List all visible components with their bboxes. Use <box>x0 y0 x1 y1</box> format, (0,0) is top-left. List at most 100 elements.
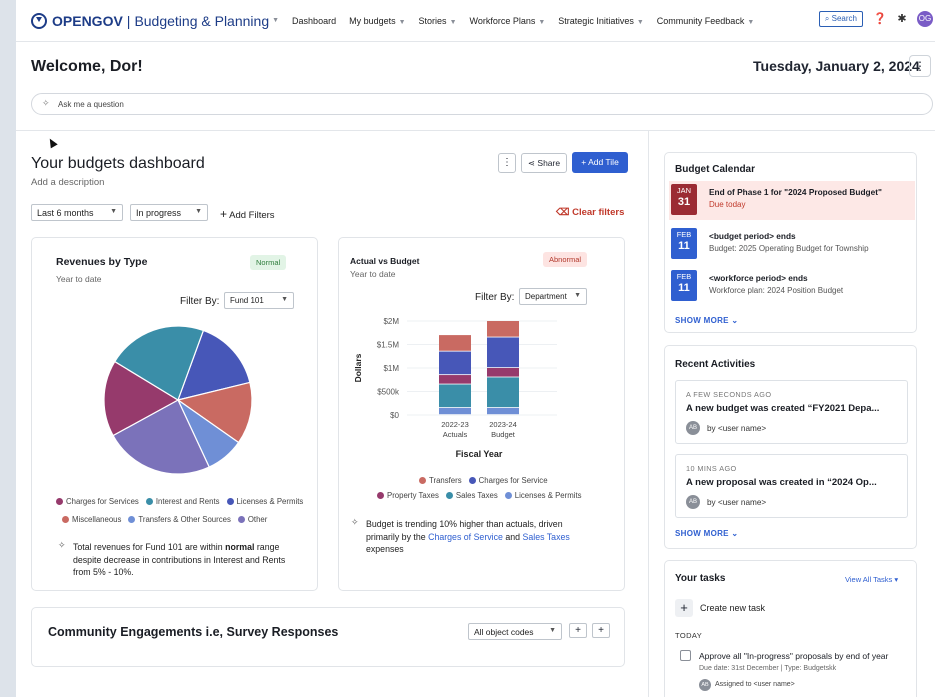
bar-segment-sales-taxes[interactable] <box>439 384 471 408</box>
fund-select[interactable]: Fund 101 ▼ <box>224 292 294 309</box>
tasks-section-label: TODAY <box>675 631 703 640</box>
calendar-item[interactable]: FEB 11 <budget period> ends Budget: 2025 … <box>669 225 915 264</box>
insight-text: expenses <box>366 544 404 554</box>
bar-segment-charges-for-service[interactable] <box>487 337 519 368</box>
add-filters-button[interactable]: + Add Filters <box>220 207 275 221</box>
ask-question-input[interactable]: ✧ Ask me a question <box>31 93 933 115</box>
y-axis-label: Dollars <box>353 353 363 382</box>
activity-user: by <user name> <box>707 424 767 433</box>
brand-name: OPENGOV <box>52 12 123 29</box>
activity-item[interactable]: A FEW SECONDS AGO A new budget was creat… <box>675 380 908 444</box>
legend-swatch <box>226 498 234 505</box>
nav-dashboard[interactable]: Dashboard <box>292 16 336 26</box>
activities-show-more[interactable]: SHOW MORE ⌄ <box>675 529 738 538</box>
view-all-tasks-link[interactable]: View All Tasks ▾ <box>845 575 898 584</box>
activity-user: by <user name> <box>707 498 767 507</box>
activity-item[interactable]: 10 MINS AGO A new proposal was created i… <box>675 454 908 518</box>
nav-stories[interactable]: Stories ▼ <box>419 16 457 26</box>
gear-icon[interactable]: ✱ <box>895 12 909 26</box>
legend-label: Sales Taxes <box>455 491 498 500</box>
bar-segment-licenses-permits[interactable] <box>487 407 519 415</box>
bar-segment-charges-for-service[interactable] <box>439 351 471 375</box>
search-icon: ⌕ <box>824 14 830 23</box>
activity-title: A new budget was created “FY2021 Depa... <box>686 403 880 414</box>
top-nav: OPENGOV | Budgeting & Planning ▼ Dashboa… <box>16 0 935 42</box>
x-tick-label: 2022-23 <box>441 420 469 429</box>
dashboard-description[interactable]: Add a description <box>31 177 104 188</box>
add-filters-label: Add Filters <box>229 210 275 221</box>
chevron-down-icon: ▼ <box>272 17 280 24</box>
bar-segment-transfers[interactable] <box>439 335 471 351</box>
nav-my-budgets[interactable]: My budgets ▼ <box>349 16 405 26</box>
activities-title: Recent Activities <box>675 359 756 370</box>
calendar-item[interactable]: JAN 31 End of Phase 1 for "2024 Proposed … <box>669 181 915 220</box>
recent-activities-card: Recent Activities A FEW SECONDS AGO A ne… <box>664 345 917 549</box>
legend-item: Transfers & Other Sources <box>128 515 231 524</box>
bar-segment-property-taxes[interactable] <box>439 375 471 384</box>
add-button[interactable]: + <box>569 623 587 638</box>
bar-segment-transfers[interactable] <box>487 321 519 337</box>
status-select[interactable]: In progress ▼ <box>130 204 208 221</box>
task-checkbox[interactable] <box>680 650 691 661</box>
logo[interactable]: OPENGOV | Budgeting & Planning ▼ <box>31 12 280 29</box>
department-select[interactable]: Department ▼ <box>519 288 587 305</box>
bar-segment-sales-taxes[interactable] <box>487 377 519 408</box>
opengov-logo-icon <box>31 12 47 29</box>
sales-taxes-link[interactable]: Sales Taxes <box>522 532 569 542</box>
y-tick-label: $1.5M <box>377 341 400 350</box>
nav-strategic-initiatives[interactable]: Strategic Initiatives ▼ <box>558 16 643 26</box>
chevron-down-icon: ▼ <box>747 18 755 26</box>
create-task-button[interactable]: Create new task <box>700 603 765 613</box>
object-codes-select[interactable]: All object codes ▼ <box>468 623 562 640</box>
chevron-down-icon: ▼ <box>636 18 644 26</box>
calendar-title: Budget Calendar <box>675 164 756 175</box>
nav-workforce-plans[interactable]: Workforce Plans ▼ <box>470 16 546 26</box>
charges-of-service-link[interactable]: Charges of Service <box>428 532 503 542</box>
avatar: AB <box>686 421 700 435</box>
calendar-item[interactable]: FEB 11 <workforce period> ends Workforce … <box>669 267 915 306</box>
share-button[interactable]: ⋖ Share <box>521 153 567 173</box>
nav-community-feedback[interactable]: Community Feedback ▼ <box>657 16 754 26</box>
legend-label: Charges for Services <box>66 497 139 506</box>
chevron-down-icon: ▼ <box>538 18 546 26</box>
plus-icon[interactable]: + <box>675 599 693 617</box>
sparkle-icon: ✧ <box>58 540 66 550</box>
task-assigned: Assigned to <user name> <box>715 681 795 688</box>
fund-value: Fund 101 <box>230 296 264 305</box>
calendar-show-more[interactable]: SHOW MORE ⌄ <box>675 316 738 325</box>
nav-label: Workforce Plans <box>469 15 536 26</box>
ask-placeholder: Ask me a question <box>58 100 124 109</box>
more-options-button[interactable]: ⋮ <box>909 55 931 77</box>
current-date: Tuesday, January 2, 2024 <box>753 58 920 74</box>
plus-icon: + <box>581 157 587 167</box>
budget-calendar-card: Budget Calendar JAN 31 End of Phase 1 for… <box>664 152 917 333</box>
period-select[interactable]: Last 6 months ▼ <box>31 204 123 221</box>
chevron-down-icon: ▼ <box>281 296 288 303</box>
chevron-down-icon: ⌄ <box>731 529 739 538</box>
chevron-down-icon: ▼ <box>195 208 202 215</box>
actual-vs-budget-card: Actual vs Budget Abnormal Year to date F… <box>338 237 625 591</box>
add-tile-label: Add Tile <box>588 157 619 167</box>
show-more-label: SHOW MORE <box>675 316 729 325</box>
share-icon: ⋖ <box>527 158 536 168</box>
sparkle-icon: ✧ <box>42 98 50 108</box>
legend-item: Property Taxes <box>377 491 439 500</box>
legend-swatch <box>504 492 512 499</box>
bar-segment-licenses-permits[interactable] <box>439 407 471 415</box>
dashboard-more-button[interactable]: ⋮ <box>498 153 516 173</box>
user-avatar[interactable]: OG <box>917 11 933 27</box>
tasks-title: Your tasks <box>675 573 726 584</box>
object-codes-value: All object codes <box>474 627 534 637</box>
nav-label: Strategic Initiatives <box>558 15 634 26</box>
legend-swatch <box>62 516 69 523</box>
add-tile-button[interactable]: + Add Tile <box>572 152 628 173</box>
insight-text: Total revenues for Fund 101 are within <box>73 542 226 552</box>
help-icon[interactable]: ❓ <box>873 12 887 26</box>
search-button[interactable]: ⌕ Search <box>818 11 863 27</box>
nav-right-tools: ⌕ Search ❓ ✱ OG <box>818 11 935 27</box>
add-button[interactable]: + <box>592 623 610 638</box>
bar-segment-property-taxes[interactable] <box>487 368 519 377</box>
clear-filters-button[interactable]: ⌫ Clear filters <box>556 207 624 218</box>
legend-swatch <box>419 477 426 484</box>
legend-label: Transfers & Other Sources <box>138 515 231 524</box>
